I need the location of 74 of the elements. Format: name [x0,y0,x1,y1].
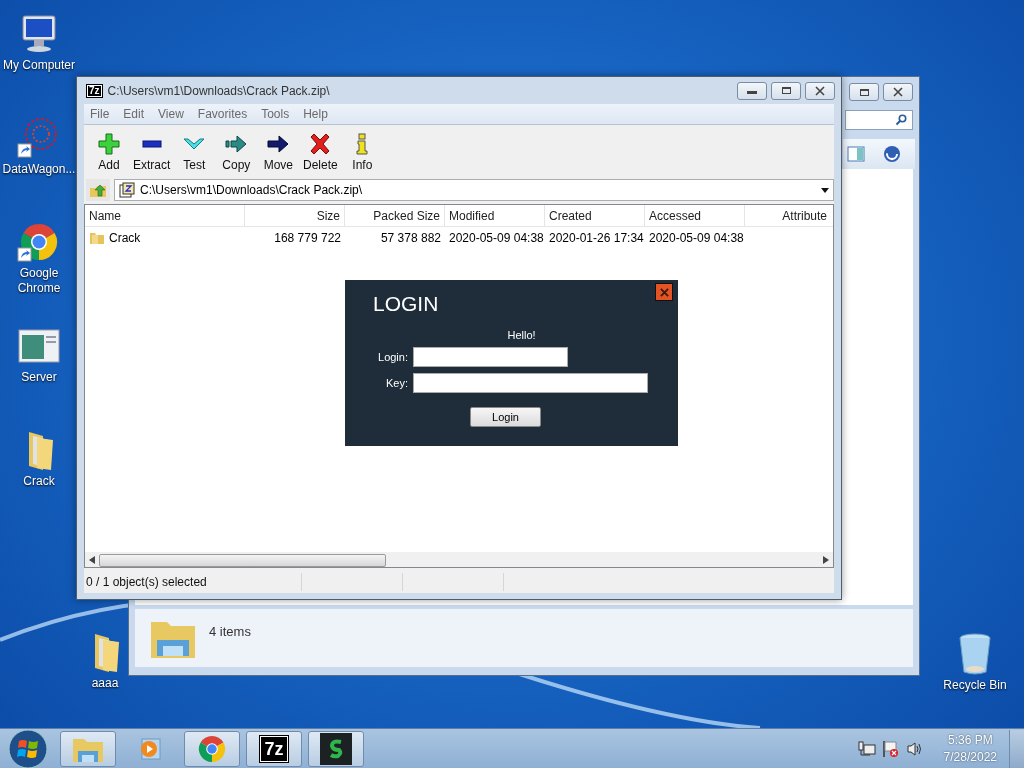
desktop-icon-label[interactable]: aaaa [67,676,143,691]
taskbar-button[interactable]: 7z [246,730,302,767]
dropdown-arrow-icon[interactable] [821,187,829,193]
toolbar-button[interactable]: Test [173,130,216,174]
up-folder-icon [89,182,107,198]
item-count: 4 items [209,623,251,639]
table-cell-text: 168 779 722 [273,229,342,247]
column-header[interactable]: Modified [445,205,545,226]
menu-item[interactable]: Tools [261,107,290,121]
menu-item[interactable]: File [90,107,110,121]
column-header[interactable]: Packed Size [345,205,445,226]
toolbar-button[interactable]: Add [88,130,130,174]
archive-icon [119,182,135,198]
close-icon [815,85,825,96]
app-icon [320,732,352,765]
column-header[interactable]: Size [245,205,345,226]
minimize-button[interactable] [737,81,767,100]
start-button[interactable] [8,728,48,768]
close-button[interactable] [655,283,673,301]
desktop-icon-label[interactable]: Crack [1,474,77,489]
file-name-cell[interactable]: Crack [85,227,245,248]
close-icon [893,87,903,97]
selection-status: 0 / 1 object(s) selected [84,573,302,591]
toolbar-button[interactable]: Copy [215,130,258,174]
search-field[interactable] [845,110,913,130]
toolbar-button[interactable]: Move [257,130,300,174]
greeting-text: Hello! [507,329,536,341]
address-field[interactable]: C:\Users\vm1\Downloads\Crack Pack.zip\ [114,179,834,201]
network-icon[interactable] [857,740,876,757]
table-cell-text: 57 378 882 [379,229,442,247]
close-icon [659,287,669,297]
desktop-icon-label[interactable]: Server [1,370,77,385]
column-header[interactable]: Name [85,205,245,226]
restore-button[interactable] [849,83,879,101]
menu-item[interactable]: View [158,107,184,121]
horizontal-scrollbar[interactable] [85,552,833,567]
dialog-title: LOGIN [373,292,439,316]
copy-icon [224,132,249,155]
field-label: Login: [377,350,409,363]
toolbar-button[interactable]: Extract [130,130,174,174]
table-cell-text: 2020-05-09 04:38 [648,229,745,247]
toolbar-button[interactable]: Delete [299,130,342,174]
up-folder-button[interactable] [86,179,110,201]
scroll-left-icon[interactable] [89,555,95,564]
scroll-right-icon[interactable] [823,555,829,564]
close-button[interactable] [805,81,835,100]
search-icon[interactable] [895,114,907,126]
menu-item[interactable]: Favorites [197,107,248,121]
window-title: C:\Users\vm1\Downloads\Crack Pack.zip\ [107,83,330,98]
login-button[interactable]: Login [470,407,541,427]
desktop-icon-label[interactable]: My Computer [1,58,77,73]
menu-item[interactable]: Help [303,107,328,121]
app-logo: 7z [86,83,103,98]
field-label: Key: [385,376,409,389]
input-field[interactable] [413,372,648,393]
flag-icon[interactable] [881,739,900,758]
move-icon [266,132,291,155]
desktop-icon-label[interactable]: Recycle Bin [937,678,1013,693]
table-cell-text: 2020-01-26 17:34 [548,229,645,247]
column-header[interactable]: Created [545,205,645,226]
input-field[interactable] [413,346,568,367]
table-cell-text: 2020-05-09 04:38 [448,229,545,247]
column-header[interactable]: Attribute [745,205,831,226]
volume-icon[interactable] [905,740,924,757]
taskbar-button[interactable] [308,730,364,767]
maximize-button[interactable] [771,81,801,100]
close-button[interactable] [883,83,913,101]
menu-item[interactable]: Edit [123,107,145,121]
desktop-icon-label[interactable]: Google Chrome [1,266,77,296]
scrollbar-thumb[interactable] [99,554,386,567]
toolbar-button[interactable]: Info [341,130,384,174]
add-icon [97,132,121,155]
column-header[interactable]: Accessed [645,205,745,226]
desktop-icon-label[interactable]: DataWagon... [1,162,77,177]
